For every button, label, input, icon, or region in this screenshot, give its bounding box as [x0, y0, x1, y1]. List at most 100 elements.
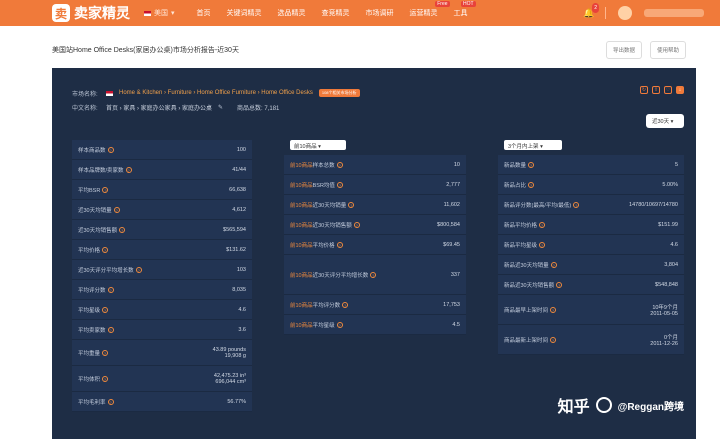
stat-label-text: BSR均值 — [312, 182, 335, 189]
stat-value: 10年9个月 2011-05-05 — [650, 304, 678, 317]
help-icon[interactable]: ? — [113, 206, 120, 213]
related-markets-badge[interactable]: 108个相关市场分析 — [318, 89, 360, 97]
help-icon[interactable]: ? — [539, 241, 546, 248]
help-icon[interactable]: ? — [107, 326, 114, 333]
nav-item-home[interactable]: 首页 — [197, 8, 211, 18]
nav-item-market[interactable]: 市场调研 — [366, 8, 394, 18]
stat-label-text: 平均卖家数 — [78, 327, 106, 334]
help-icon[interactable]: ? — [353, 221, 360, 228]
help-icon[interactable]: ? — [528, 161, 535, 168]
top10-stats-column: 前10商品 ▾ 前10商品样本总数? 10 前10商品BSR均值? 2,777 前10商… — [284, 140, 466, 335]
stat-row: 前10商品平均评分数? 17,753 — [284, 295, 466, 315]
help-icon[interactable]: ? — [102, 349, 109, 356]
stat-value: 100 — [236, 146, 246, 153]
help-icon[interactable]: ? — [348, 201, 355, 208]
app-logo[interactable]: 卖 卖家精灵 — [52, 3, 130, 23]
help-icon[interactable]: ? — [336, 241, 343, 248]
help-icon[interactable]: ? — [550, 261, 557, 268]
help-icon[interactable]: ? — [102, 186, 109, 193]
refresh-icon[interactable]: ↻ — [640, 86, 648, 94]
stat-row: 平均体积? 42,475.23 in³ 696,044 cm³ — [72, 366, 252, 392]
help-button[interactable]: 使用帮助 — [649, 40, 686, 59]
stat-label-text: 平均星级 — [78, 307, 101, 314]
nav-item-operations[interactable]: 运营精灵 Free — [410, 1, 450, 18]
top-n-select[interactable]: 前10商品 ▾ — [290, 140, 346, 150]
help-icon[interactable]: ? — [107, 146, 114, 153]
help-icon[interactable]: ? — [550, 306, 557, 313]
nav-item-product-research[interactable]: 选品精灵 — [278, 8, 306, 18]
stat-label-text: 平均BSR — [78, 187, 101, 194]
help-icon[interactable]: ? — [342, 301, 349, 308]
stat-value: 11,602 — [443, 201, 460, 208]
stat-row: 前10商品BSR均值? 2,777 — [284, 175, 466, 195]
stat-label: 前10商品近30天评分平均增长数? — [290, 271, 377, 279]
favorite-icon[interactable]: ♡ — [664, 86, 672, 94]
stat-row: 平均毛利率? 56.77% — [72, 392, 252, 412]
stat-row: 平均星级? 4.6 — [72, 300, 252, 320]
new-products-column: 3个月内上架 ▾ 新品数量? 5 新品占比? 5.00% 新品评分数(最高/平均/最低)… — [498, 140, 684, 355]
avatar[interactable] — [618, 6, 632, 20]
help-icon[interactable]: ? — [107, 286, 114, 293]
download-icon[interactable]: ↓ — [676, 86, 684, 94]
stat-value: $800,584 — [437, 221, 460, 228]
header-actions: 导出数据 使用帮助 — [605, 40, 686, 59]
nav-item-competitor[interactable]: 查竞精灵 — [322, 8, 350, 18]
edit-icon[interactable]: ✎ — [218, 104, 223, 111]
stat-label-highlight: 前10商品 — [290, 182, 313, 189]
user-area: 🔔 2 — [583, 3, 704, 20]
help-icon[interactable]: ? — [550, 336, 557, 343]
stat-label: 新品平均星级? — [504, 241, 546, 249]
stat-value: 14780/10697/14780 — [629, 201, 678, 208]
help-icon[interactable]: ? — [135, 266, 142, 273]
stat-label: 样本品牌数/卖家数? — [78, 166, 132, 174]
help-icon[interactable]: ? — [102, 375, 109, 382]
help-icon[interactable]: ? — [107, 398, 114, 405]
stat-label-highlight: 前10商品 — [290, 162, 313, 169]
zhihu-label: 知乎 — [557, 399, 590, 416]
help-icon[interactable]: ? — [102, 246, 109, 253]
help-icon[interactable]: ? — [336, 321, 343, 328]
site-selector[interactable]: 美国 ▾ — [144, 8, 175, 18]
stat-label: 新品平均价格? — [504, 221, 546, 229]
stat-label-text: 新品评分数(最高/平均/最低) — [504, 202, 572, 209]
help-icon[interactable]: ? — [125, 166, 132, 173]
help-icon[interactable]: ? — [556, 281, 563, 288]
main-nav: 首页 关键词精灵 选品精灵 查竞精灵 市场调研 运营精灵 Free 工具 HOT — [197, 1, 476, 18]
stat-value: 41/44 — [232, 166, 246, 173]
market-report-panel: 市场名称: Home & Kitchen › Furniture › Home … — [52, 68, 696, 439]
stat-value: 2,777 — [446, 181, 460, 188]
stat-label-text: 新品近30天均销售额 — [504, 282, 555, 289]
share-icon[interactable]: ⇪ — [652, 86, 660, 94]
help-icon[interactable]: ? — [336, 161, 343, 168]
stat-row: 平均价格? $131.62 — [72, 240, 252, 260]
stat-label: 样本商品数? — [78, 146, 114, 154]
stat-row: 新品平均星级? 4.6 — [498, 235, 684, 255]
stat-label: 前10商品样本总数? — [290, 161, 343, 169]
help-icon[interactable]: ? — [573, 201, 580, 208]
help-icon[interactable]: ? — [102, 306, 109, 313]
help-icon[interactable]: ? — [528, 181, 535, 188]
stat-label: 近30天评分平均增长数? — [78, 266, 142, 274]
logo-icon: 卖 — [52, 4, 70, 22]
notification-bell-icon[interactable]: 🔔 2 — [583, 3, 599, 18]
stat-label: 前10商品平均价格? — [290, 241, 343, 249]
stat-label: 前10商品BSR均值? — [290, 181, 343, 189]
help-icon[interactable]: ? — [119, 226, 126, 233]
help-icon[interactable]: ? — [336, 181, 343, 188]
export-button[interactable]: 导出数据 — [605, 40, 642, 59]
market-path[interactable]: Home & Kitchen › Furniture › Home Office… — [119, 90, 313, 96]
help-icon[interactable]: ? — [370, 271, 377, 278]
new-window-select[interactable]: 3个月内上架 ▾ — [504, 140, 562, 150]
cn-name-row: 中文名称: 首页 › 家具 › 家庭办公家具 › 家庭办公桌 ✎ 商品总数: 7… — [72, 100, 360, 114]
market-meta: 市场名称: Home & Kitchen › Furniture › Home … — [72, 86, 360, 114]
nav-item-tools[interactable]: 工具 HOT — [454, 1, 476, 18]
help-icon[interactable]: ? — [539, 221, 546, 228]
stat-row: 前10商品近30天均销售额? $800,584 — [284, 215, 466, 235]
stat-row: 新品近30天均销量? 3,804 — [498, 255, 684, 275]
stat-label-text: 样本品牌数/卖家数 — [78, 167, 124, 174]
report-header: 美国站Home Office Desks(家居办公桌)市场分析报告-近30天 导… — [52, 30, 686, 70]
username-placeholder[interactable] — [644, 9, 704, 17]
time-range-select[interactable]: 近30天 ▾ — [646, 114, 684, 128]
nav-item-keyword[interactable]: 关键词精灵 — [227, 8, 262, 18]
stat-row: 新品平均价格? $151.99 — [498, 215, 684, 235]
